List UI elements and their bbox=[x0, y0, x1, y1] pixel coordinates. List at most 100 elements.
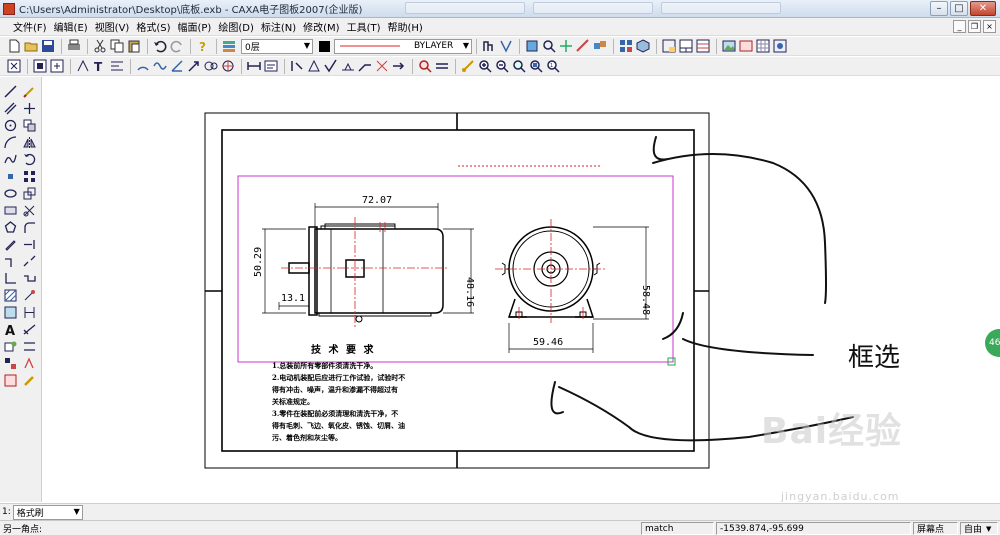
ellipse-tool-icon[interactable] bbox=[2, 185, 18, 201]
close-button[interactable]: ✕ bbox=[970, 1, 996, 16]
doc-restore-icon[interactable]: ❐ bbox=[968, 20, 981, 33]
select-all-icon[interactable] bbox=[6, 58, 22, 74]
new-file-icon[interactable] bbox=[6, 38, 22, 54]
parallel-tool-icon[interactable] bbox=[2, 100, 18, 116]
arc-tool-icon[interactable] bbox=[2, 134, 18, 150]
move-icon[interactable] bbox=[558, 38, 574, 54]
library-icon[interactable] bbox=[618, 38, 634, 54]
linetype-select[interactable]: BYLAYER ▼ bbox=[334, 38, 472, 54]
menu-modify[interactable]: 修改(M) bbox=[300, 19, 342, 34]
zoom-in-icon[interactable] bbox=[477, 58, 493, 74]
leader-icon[interactable] bbox=[357, 58, 373, 74]
menu-file[interactable]: 文件(F) bbox=[10, 19, 50, 34]
align-tool-icon[interactable] bbox=[21, 304, 37, 320]
line-angle-icon[interactable] bbox=[169, 58, 185, 74]
offset-tool-icon[interactable] bbox=[21, 338, 37, 354]
match-tool-icon[interactable] bbox=[21, 372, 37, 388]
save-icon[interactable] bbox=[40, 38, 56, 54]
trim-tool-icon[interactable] bbox=[21, 202, 37, 218]
undo-icon[interactable] bbox=[152, 38, 168, 54]
polyline-tool-icon[interactable] bbox=[2, 253, 18, 269]
view-zoom-icon[interactable] bbox=[49, 58, 65, 74]
arrow-icon[interactable] bbox=[186, 58, 202, 74]
ortho-icon[interactable] bbox=[498, 38, 514, 54]
text-icon[interactable]: T bbox=[92, 58, 108, 74]
zoom-window-icon[interactable] bbox=[417, 58, 433, 74]
open-folder-icon[interactable] bbox=[23, 38, 39, 54]
insert-tool-icon[interactable] bbox=[2, 338, 18, 354]
mirror-tool-icon[interactable] bbox=[21, 134, 37, 150]
frame-icon[interactable] bbox=[661, 38, 677, 54]
print-icon[interactable] bbox=[66, 38, 82, 54]
view-arrow-icon[interactable] bbox=[391, 58, 407, 74]
command-select[interactable]: 格式刷 ▼ bbox=[12, 504, 83, 520]
redo-icon[interactable] bbox=[169, 38, 185, 54]
circle-tool-icon[interactable] bbox=[2, 117, 18, 133]
menu-tools[interactable]: 工具(T) bbox=[344, 19, 384, 34]
datum-icon[interactable] bbox=[306, 58, 322, 74]
redraw-icon[interactable] bbox=[460, 58, 476, 74]
roughness-icon[interactable] bbox=[323, 58, 339, 74]
cube-icon[interactable] bbox=[635, 38, 651, 54]
fillet-tool-icon[interactable] bbox=[21, 219, 37, 235]
dimension-icon[interactable] bbox=[246, 58, 262, 74]
minimize-button[interactable]: – bbox=[930, 1, 948, 16]
line-tool-icon[interactable] bbox=[2, 83, 18, 99]
format-tool-icon[interactable] bbox=[2, 372, 18, 388]
dim-tool-icon[interactable] bbox=[21, 321, 37, 337]
cut-icon[interactable] bbox=[92, 38, 108, 54]
bom-icon[interactable] bbox=[695, 38, 711, 54]
rotate-tool-icon[interactable] bbox=[21, 151, 37, 167]
layer-select[interactable]: 0层 ▼ bbox=[241, 38, 313, 54]
grid-icon[interactable] bbox=[755, 38, 771, 54]
pencil-tool-icon[interactable] bbox=[2, 236, 18, 252]
block-icon[interactable] bbox=[592, 38, 608, 54]
titleblock-icon[interactable] bbox=[678, 38, 694, 54]
zoom-prev-icon[interactable] bbox=[511, 58, 527, 74]
menu-draw[interactable]: 绘图(D) bbox=[215, 19, 257, 34]
extend-tool-icon[interactable] bbox=[21, 236, 37, 252]
dimension-text-icon[interactable] bbox=[263, 58, 279, 74]
zoom-out-icon[interactable] bbox=[494, 58, 510, 74]
zoom-real-icon[interactable]: 1 bbox=[545, 58, 561, 74]
library-tool-icon[interactable] bbox=[2, 355, 18, 371]
cut-line-icon[interactable] bbox=[374, 58, 390, 74]
block-tool-icon[interactable] bbox=[2, 304, 18, 320]
array-tool-icon[interactable] bbox=[21, 168, 37, 184]
point-tool-icon[interactable] bbox=[2, 168, 18, 184]
property-tool-icon[interactable] bbox=[21, 355, 37, 371]
drawing-canvas[interactable]: 72.07 50.29 48.16 13.1 58.48 59.46 技 术 要… bbox=[43, 77, 1000, 502]
weld-icon[interactable] bbox=[340, 58, 356, 74]
hatch-icon[interactable] bbox=[203, 58, 219, 74]
paste-icon[interactable] bbox=[126, 38, 142, 54]
view-frame-icon[interactable] bbox=[32, 58, 48, 74]
rectangle-tool-icon[interactable] bbox=[2, 202, 18, 218]
ole-icon[interactable] bbox=[738, 38, 754, 54]
image-icon[interactable] bbox=[721, 38, 737, 54]
stretch-tool-icon[interactable] bbox=[21, 270, 37, 286]
break-tool-icon[interactable] bbox=[21, 253, 37, 269]
text-tool-icon[interactable]: A bbox=[2, 321, 18, 337]
center-icon[interactable] bbox=[220, 58, 236, 74]
menu-dimension[interactable]: 标注(N) bbox=[258, 19, 299, 34]
hatch-tool-icon[interactable] bbox=[2, 287, 18, 303]
spline-tool-icon[interactable] bbox=[2, 151, 18, 167]
doc-close-icon[interactable]: × bbox=[983, 20, 996, 33]
section-icon[interactable] bbox=[75, 58, 91, 74]
maximize-button[interactable]: □ bbox=[950, 1, 968, 16]
copy-tool-icon[interactable] bbox=[21, 117, 37, 133]
pan-icon[interactable] bbox=[434, 58, 450, 74]
layer-icon[interactable] bbox=[221, 38, 237, 54]
explode-tool-icon[interactable] bbox=[21, 287, 37, 303]
query-icon[interactable] bbox=[541, 38, 557, 54]
align-icon[interactable] bbox=[109, 58, 125, 74]
menu-format[interactable]: 格式(S) bbox=[133, 19, 173, 34]
status-snap[interactable]: 屏幕点 bbox=[913, 522, 958, 535]
brush-tool-icon[interactable] bbox=[21, 83, 37, 99]
chamfer-tool-icon[interactable] bbox=[2, 270, 18, 286]
settings-icon[interactable] bbox=[772, 38, 788, 54]
tolerance-icon[interactable] bbox=[289, 58, 305, 74]
help-icon[interactable]: ? bbox=[195, 38, 211, 54]
status-free-select[interactable]: 自由 ▼ bbox=[960, 522, 998, 535]
menu-edit[interactable]: 编辑(E) bbox=[51, 19, 91, 34]
